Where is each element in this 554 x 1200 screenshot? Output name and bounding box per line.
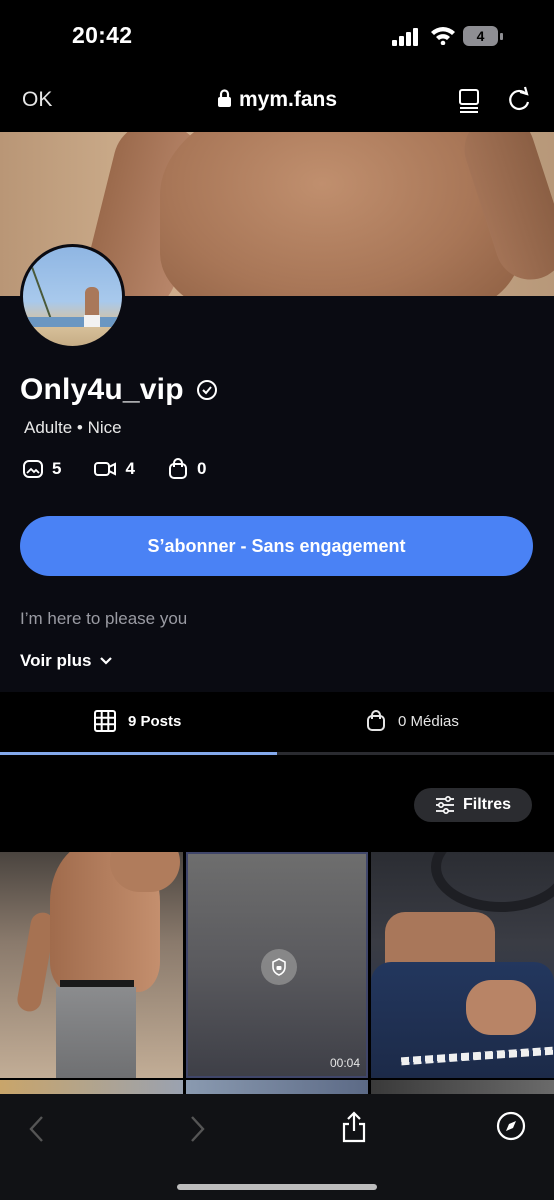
back-icon[interactable] xyxy=(26,1114,48,1144)
post-thumbnail[interactable] xyxy=(0,852,183,1078)
wifi-icon xyxy=(431,27,455,45)
browser-address-bar: OK mym.fans xyxy=(0,72,554,132)
profile-tabs: 9 Posts 0 Médias xyxy=(0,692,554,758)
compass-icon[interactable] xyxy=(496,1111,526,1141)
purchase-count: 0 xyxy=(167,458,206,480)
active-tab-indicator xyxy=(0,752,277,755)
verified-badge-icon xyxy=(196,380,217,400)
profile-stats: 5 4 0 xyxy=(22,458,238,480)
reload-icon[interactable] xyxy=(506,86,532,114)
grid-icon xyxy=(94,710,116,732)
posts-grid: 00:04 xyxy=(0,852,554,1094)
lock-icon xyxy=(217,89,231,107)
posts-section: Filtres 00:04 xyxy=(0,758,554,1094)
video-duration: 00:04 xyxy=(329,1056,360,1070)
bag-icon xyxy=(367,710,385,731)
avatar[interactable] xyxy=(20,244,125,349)
photo-count: 5 xyxy=(22,458,61,480)
photo-icon xyxy=(23,460,43,478)
profile-meta: Adulte • Nice xyxy=(24,418,122,437)
status-bar: 20:42 4 xyxy=(0,0,554,72)
tab-medias[interactable]: 0 Médias xyxy=(366,692,459,750)
reader-mode-icon[interactable] xyxy=(457,86,481,114)
share-icon[interactable] xyxy=(340,1110,368,1144)
lock-icon xyxy=(261,949,297,985)
battery-icon: 4 xyxy=(463,26,503,46)
locked-video-thumbnail[interactable]: 00:04 xyxy=(186,852,368,1078)
post-thumbnail[interactable] xyxy=(371,852,554,1078)
url-text: mym.fans xyxy=(238,88,338,111)
post-thumbnail[interactable] xyxy=(186,1080,368,1094)
forward-icon[interactable] xyxy=(186,1114,208,1144)
username: Only4u_vip xyxy=(20,373,184,406)
filters-button[interactable]: Filtres xyxy=(414,788,532,822)
post-thumbnail[interactable] xyxy=(0,1080,183,1094)
video-icon xyxy=(94,462,117,476)
battery-level: 4 xyxy=(463,26,498,46)
post-thumbnail[interactable] xyxy=(371,1080,554,1094)
profile-bio: I’m here to please you xyxy=(20,609,188,628)
clock: 20:42 xyxy=(72,22,133,48)
browser-toolbar xyxy=(0,1094,554,1200)
chevron-down-icon xyxy=(100,657,113,665)
see-more-link[interactable]: Voir plus xyxy=(20,651,113,671)
home-indicator xyxy=(177,1184,377,1190)
username-row: Only4u_vip xyxy=(20,370,218,410)
cellular-signal-icon xyxy=(392,28,418,46)
tab-posts[interactable]: 9 Posts xyxy=(94,692,181,750)
subscribe-button[interactable]: S’abonner - Sans engagement xyxy=(20,516,533,576)
filter-sliders-icon xyxy=(435,796,454,814)
bag-icon xyxy=(168,458,187,479)
video-count: 4 xyxy=(93,458,135,480)
